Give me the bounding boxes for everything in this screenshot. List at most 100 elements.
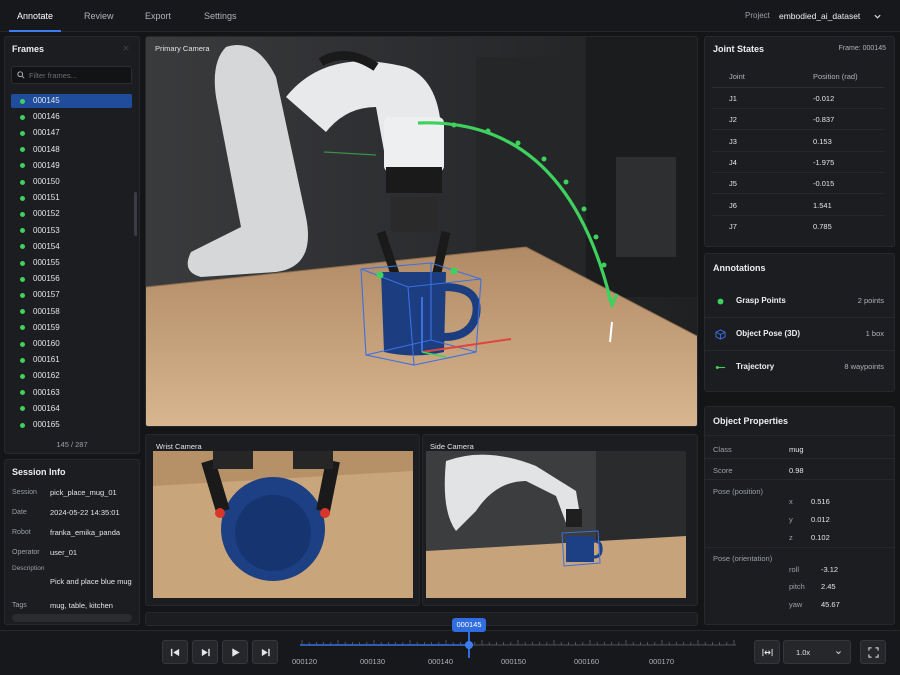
frame-search[interactable] <box>11 66 132 84</box>
divider <box>705 547 894 548</box>
roll-value: -3.12 <box>821 565 839 574</box>
frame-item[interactable]: 000161 <box>11 353 132 367</box>
frame-item[interactable]: 000151 <box>11 191 132 205</box>
tab-annotate[interactable]: Annotate <box>8 0 62 32</box>
status-dot-icon <box>20 195 25 201</box>
frame-label: 000153 <box>33 225 60 235</box>
annotation-trajectory[interactable]: Trajectory 8 waypoints <box>705 351 894 384</box>
primary-camera-label: Primary Camera <box>155 44 210 53</box>
frame-item[interactable]: 000145 <box>11 94 132 108</box>
frame-label: 000163 <box>33 387 60 397</box>
joint-row: J7 0.785 <box>712 216 884 237</box>
joint-name: J2 <box>729 115 737 125</box>
wrist-camera-view[interactable] <box>153 451 413 598</box>
pitch-key: pitch <box>789 582 805 591</box>
playback-speed-select[interactable]: 1.0x <box>783 640 851 664</box>
skip-to-start-button[interactable] <box>162 640 188 664</box>
frame-item[interactable]: 000149 <box>11 159 132 173</box>
status-dot-icon <box>20 292 25 298</box>
timeline-label: 000120 <box>292 657 318 666</box>
project-label: Project <box>745 11 770 20</box>
timeline-label: 000170 <box>649 657 675 666</box>
status-dot-icon <box>20 163 25 169</box>
frame-item[interactable]: 000159 <box>11 321 132 335</box>
robot-key: Robot <box>12 529 31 536</box>
frame-item[interactable]: 000154 <box>11 240 132 254</box>
play-button[interactable] <box>222 640 248 664</box>
timeline-label: 000130 <box>360 657 386 666</box>
step-back-button[interactable] <box>192 640 218 664</box>
skip-to-end-button[interactable] <box>252 640 278 664</box>
frame-item[interactable]: 000156 <box>11 272 132 286</box>
frame-label: 000156 <box>33 274 60 284</box>
tab-settings[interactable]: Settings <box>204 0 237 32</box>
frame-item[interactable]: 000165 <box>11 418 132 432</box>
joint-name: J7 <box>729 221 737 231</box>
annotation-grasp-points[interactable]: Grasp Points 2 points <box>705 285 894 318</box>
yaw-value: 45.67 <box>821 600 840 609</box>
frame-label: 000165 <box>33 420 60 429</box>
session-value: pick_place_mug_01 <box>50 488 117 497</box>
frame-item[interactable]: 000148 <box>11 143 132 157</box>
joint-row: J6 1.541 <box>712 195 884 216</box>
status-dot-icon <box>20 390 25 396</box>
cube-icon <box>715 329 726 340</box>
frame-item[interactable]: 000153 <box>11 224 132 238</box>
annotation-object-pose[interactable]: Object Pose (3D) 1 box <box>705 318 894 351</box>
frame-label: 000162 <box>33 371 60 381</box>
divider <box>705 458 894 459</box>
side-camera-view[interactable] <box>426 451 686 598</box>
operator-key: Operator <box>12 549 40 556</box>
frame-item[interactable]: 000157 <box>11 288 132 302</box>
tags-value: mug, table, kitchen <box>50 601 113 610</box>
speed-value: 1.0x <box>796 648 811 657</box>
tab-review[interactable]: Review <box>84 0 114 32</box>
description-value: Pick and place blue mug <box>50 577 132 586</box>
timeline-handle[interactable] <box>465 641 473 649</box>
pitch-value: 2.45 <box>821 582 836 591</box>
object-properties-panel <box>704 406 895 625</box>
frame-label: 000158 <box>33 306 60 316</box>
fullscreen-button[interactable] <box>860 640 886 664</box>
frame-item[interactable]: 000164 <box>11 402 132 416</box>
frame-label: 000148 <box>33 144 60 154</box>
status-dot-icon <box>20 130 25 136</box>
step-back-icon <box>201 648 210 657</box>
session-scrollbar[interactable] <box>12 614 132 622</box>
primary-camera-image <box>146 37 697 426</box>
frame-item[interactable]: 000150 <box>11 175 132 189</box>
frame-item[interactable]: 000158 <box>11 305 132 319</box>
search-icon <box>17 71 25 79</box>
status-dot-icon <box>20 179 25 185</box>
timeline-track[interactable] <box>300 636 736 652</box>
frame-item[interactable]: 000147 <box>11 126 132 140</box>
position-z-value: 0.102 <box>811 533 830 542</box>
primary-camera-view[interactable]: Primary Camera <box>145 36 698 427</box>
joint-position: -0.015 <box>813 179 835 189</box>
frame-item[interactable]: 000155 <box>11 256 132 270</box>
joint-position: 1.541 <box>813 200 832 210</box>
collapse-icon[interactable] <box>122 44 130 52</box>
fullscreen-icon <box>868 647 879 658</box>
yaw-key: yaw <box>789 600 803 609</box>
position-y-key: y <box>789 515 793 524</box>
frame-search-input[interactable] <box>29 69 127 81</box>
joint-position: -0.837 <box>813 115 835 125</box>
frame-item[interactable]: 000152 <box>11 207 132 221</box>
annotation-label: Object Pose (3D) <box>736 329 801 338</box>
annotation-count: 8 waypoints <box>844 362 884 371</box>
frame-item[interactable]: 000162 <box>11 369 132 383</box>
chevron-down-icon[interactable] <box>873 12 882 21</box>
fit-width-button[interactable] <box>754 640 780 664</box>
project-select[interactable]: embodied_ai_dataset <box>779 0 860 32</box>
frames-scrollbar[interactable] <box>134 192 137 236</box>
frames-title: Frames <box>12 44 45 54</box>
frame-label: 000152 <box>33 209 60 219</box>
frame-item[interactable]: 000160 <box>11 337 132 351</box>
status-dot-icon <box>20 406 25 412</box>
joint-name: J3 <box>729 136 737 146</box>
tab-export[interactable]: Export <box>145 0 171 32</box>
frame-item[interactable]: 000163 <box>11 386 132 400</box>
frame-item[interactable]: 000146 <box>11 110 132 124</box>
frame-count: 145 / 287 <box>56 440 88 449</box>
